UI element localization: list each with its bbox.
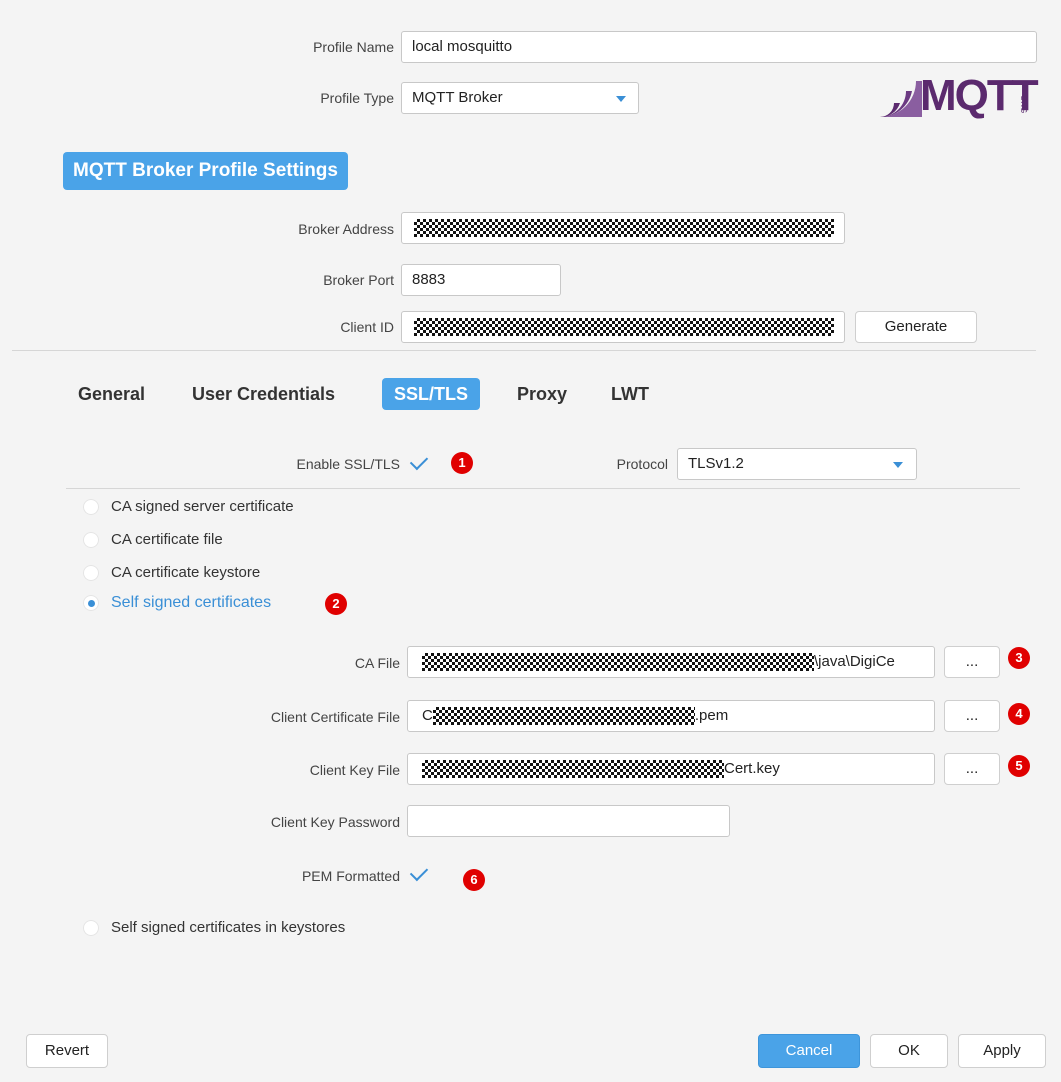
tab-proxy[interactable]: Proxy [517, 378, 567, 410]
annotation-badge-4: 4 [1008, 703, 1030, 725]
masked-value [422, 760, 724, 779]
radio-ca-file[interactable] [83, 532, 99, 548]
client-key-label: Client Key File [309, 762, 400, 778]
radio-label-ca-keystore: CA certificate keystore [111, 564, 261, 581]
annotation-badge-3: 3 [1008, 647, 1030, 669]
profile-name-input[interactable]: local mosquitto [401, 31, 1037, 63]
protocol-value: TLSv1.2 [688, 455, 744, 472]
radio-label-self-signed-keystores: Self signed certificates in keystores [111, 919, 346, 936]
client-key-browse-button[interactable]: ... [944, 753, 1000, 785]
client-key-password-input[interactable] [407, 805, 730, 837]
profile-name-label: Profile Name [313, 39, 394, 55]
client-key-password-label: Client Key Password [270, 814, 400, 830]
mqtt-logo: MQTT ORG [876, 71, 1039, 121]
mqtt-logo-org: ORG [1019, 95, 1028, 114]
cancel-button[interactable]: Cancel [758, 1034, 860, 1068]
masked-value [414, 219, 834, 238]
profile-type-label: Profile Type [320, 90, 394, 106]
enable-ssl-checkbox[interactable] [406, 451, 432, 477]
client-id-input[interactable] [401, 311, 845, 343]
broker-address-input[interactable] [401, 212, 845, 244]
apply-button[interactable]: Apply [958, 1034, 1046, 1068]
protocol-label: Protocol [616, 456, 668, 472]
ca-file-input[interactable]: \java\DigiCe [407, 646, 935, 678]
chevron-down-icon [616, 96, 626, 102]
radio-ca-signed[interactable] [83, 499, 99, 515]
protocol-select[interactable]: TLSv1.2 [677, 448, 917, 480]
tab-general[interactable]: General [78, 378, 145, 410]
checkmark-icon [409, 862, 429, 882]
annotation-badge-2: 2 [325, 593, 347, 615]
enable-ssl-label: Enable SSL/TLS [296, 456, 400, 472]
radio-self-signed-keystores[interactable] [83, 920, 99, 936]
broker-address-label: Broker Address [298, 221, 394, 237]
pem-formatted-checkbox[interactable] [406, 862, 432, 888]
annotation-badge-5: 5 [1008, 755, 1030, 777]
client-cert-input[interactable]: C .pem [407, 700, 935, 732]
client-cert-label: Client Certificate File [270, 709, 400, 725]
profile-type-value: MQTT Broker [412, 89, 503, 106]
client-cert-suffix: .pem [694, 707, 729, 724]
tab-user-credentials[interactable]: User Credentials [192, 378, 335, 410]
radio-self-signed[interactable] [83, 595, 99, 611]
ca-file-browse-button[interactable]: ... [944, 646, 1000, 678]
revert-button[interactable]: Revert [26, 1034, 108, 1068]
radio-ca-keystore[interactable] [83, 565, 99, 581]
masked-value [422, 653, 814, 672]
divider [66, 488, 1020, 489]
radio-label-ca-signed: CA signed server certificate [111, 498, 294, 515]
profile-type-select[interactable]: MQTT Broker [401, 82, 639, 114]
radio-label-ca-file: CA certificate file [111, 531, 223, 548]
divider [12, 350, 1036, 351]
broker-port-label: Broker Port [323, 272, 394, 288]
annotation-badge-1: 1 [451, 452, 473, 474]
section-title: MQTT Broker Profile Settings [63, 152, 348, 190]
checkmark-icon [409, 451, 429, 471]
ok-button[interactable]: OK [870, 1034, 948, 1068]
signal-waves-icon [880, 81, 922, 118]
client-id-label: Client ID [340, 319, 394, 335]
generate-button[interactable]: Generate [855, 311, 977, 343]
client-cert-prefix: C [422, 707, 433, 724]
client-key-suffix: Cert.key [724, 760, 780, 777]
client-key-input[interactable]: Cert.key [407, 753, 935, 785]
ca-file-suffix: \java\DigiCe [814, 653, 895, 670]
masked-value [414, 318, 834, 337]
tab-ssl-tls[interactable]: SSL/TLS [382, 378, 481, 410]
client-cert-browse-button[interactable]: ... [944, 700, 1000, 732]
masked-value [432, 707, 695, 726]
tab-lwt[interactable]: LWT [611, 378, 649, 410]
pem-formatted-label: PEM Formatted [301, 868, 400, 884]
annotation-badge-6: 6 [463, 869, 485, 891]
ca-file-label: CA File [354, 655, 400, 671]
radio-label-self-signed: Self signed certificates [111, 594, 272, 611]
broker-port-input[interactable]: 8883 [401, 264, 561, 296]
chevron-down-icon [893, 462, 903, 468]
